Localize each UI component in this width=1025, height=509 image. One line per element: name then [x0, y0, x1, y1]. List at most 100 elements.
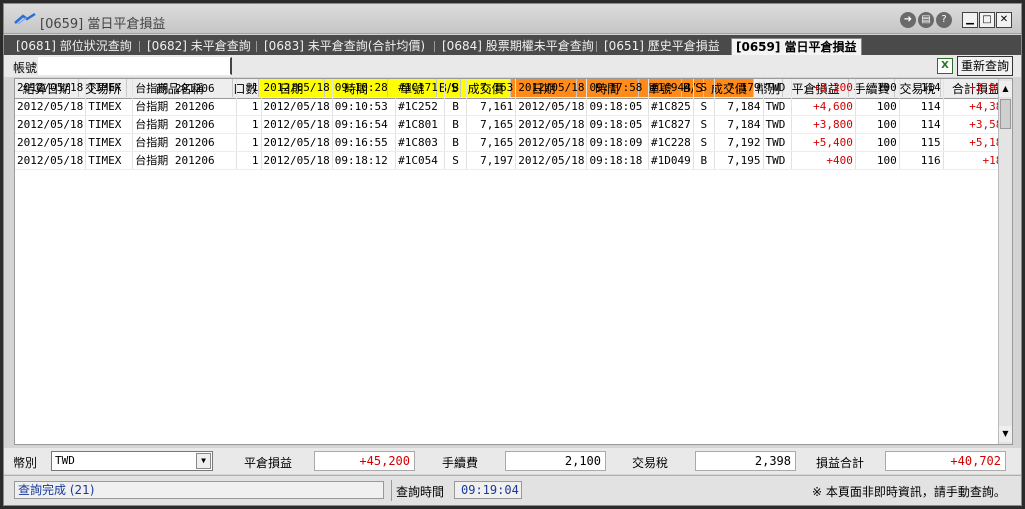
cell-exchange: TIMEX	[85, 79, 134, 98]
table-row[interactable]: 2012/05/18 TIMEX 台指期 201206 1 2012/05/18 09:1…	[15, 79, 1012, 98]
cell-open-time: 09:18:12	[332, 151, 397, 170]
print-icon[interactable]: ▤	[918, 12, 934, 28]
cell-tax: 114	[899, 97, 944, 116]
cell-product: 台指期 201206	[132, 79, 237, 98]
table-row[interactable]: 2012/05/18 TIMEX 台指期 201206 1 2012/05/18 09:1…	[15, 115, 1012, 134]
cell-qty: 1	[236, 97, 262, 116]
cell-open-order: #1C801	[395, 115, 445, 134]
maximize-button[interactable]: □	[979, 12, 995, 28]
cell-close-time: 09:18:05	[586, 115, 650, 134]
cell-open-bs: B	[444, 79, 468, 98]
cell-close-price: 7,179	[714, 79, 764, 98]
tab-divider	[596, 41, 597, 52]
close-pl-label: 平倉損益	[244, 456, 293, 470]
cell-open-date: 2012/05/18	[261, 115, 333, 134]
cell-close-price: 7,192	[714, 133, 764, 152]
cell-settle-date: 2012/05/18	[15, 151, 87, 170]
status-bar: 查詢完成 (21) 查詢時間 09:19:04 ※ 本頁面非即時資訊，請手動查詢…	[4, 475, 1021, 505]
cell-close-pl: +4,600	[791, 97, 856, 116]
scroll-up-icon[interactable]: ▲	[999, 81, 1012, 97]
tab-0684[interactable]: [0684] 股票期權未平倉查詢	[438, 38, 598, 55]
tab-divider	[434, 41, 435, 52]
cell-product: 台指期 201206	[132, 151, 237, 170]
cell-tax: 115	[899, 133, 944, 152]
cell-close-pl: +5,400	[791, 133, 856, 152]
cell-open-time: 09:10:53	[332, 97, 397, 116]
cell-product: 台指期 201206	[132, 115, 237, 134]
table-row[interactable]: 2012/05/18 TIMEX 台指期 201206 1 2012/05/18 09:1…	[15, 97, 1012, 116]
tab-bar: [0681] 部位狀況查詢 [0682] 未平倉查詢 [0683] 未平倉查詢(…	[4, 35, 1021, 55]
cell-open-date: 2012/05/18	[261, 151, 333, 170]
cell-close-order: #1C228	[648, 133, 694, 152]
cell-exchange: TIMEX	[85, 133, 134, 152]
grid-scrollbar[interactable]: ▲ ▼	[998, 79, 1012, 444]
tab-0659[interactable]: [0659] 當日平倉損益	[731, 38, 862, 55]
cell-tax: 114	[899, 115, 944, 134]
pl-grid: 結算日期 交易所 商品名稱 口數 日期 時間 單號 B/S 成交價 日期 時間 …	[14, 78, 1013, 445]
cell-close-time: 09:17:58	[586, 79, 650, 98]
cell-open-order: #1C171	[395, 79, 445, 98]
cell-open-price: 7,197	[466, 151, 517, 170]
cell-tax: 114	[899, 79, 944, 98]
close-button[interactable]: ✕	[996, 12, 1012, 28]
tab-0682[interactable]: [0682] 未平倉查詢	[143, 38, 255, 55]
close-pl-value: +45,200	[314, 451, 415, 471]
scroll-down-icon[interactable]: ▼	[999, 426, 1012, 442]
cell-close-bs: S	[693, 115, 715, 134]
requery-button[interactable]: 重新查詢	[957, 56, 1013, 76]
chevron-down-icon[interactable]: ▼	[196, 453, 211, 469]
cell-close-order: #1D049	[648, 151, 694, 170]
cell-close-order: #1C825	[648, 97, 694, 116]
cell-settle-date: 2012/05/18	[15, 97, 87, 116]
cell-product: 台指期 201206	[132, 97, 237, 116]
tab-0681[interactable]: [0681] 部位狀況查詢	[12, 38, 136, 55]
cell-close-bs: B	[693, 151, 715, 170]
cell-close-price: 7,184	[714, 97, 764, 116]
toolbar: 帳號 X 重新查詢	[4, 55, 1021, 77]
cell-exchange: TIMEX	[85, 115, 134, 134]
tab-0651[interactable]: [0651] 歷史平倉損益	[600, 38, 724, 55]
tab-0683[interactable]: [0683] 未平倉查詢(合計均價)	[260, 38, 429, 55]
cell-fee: 100	[855, 115, 900, 134]
fee-value: 2,100	[505, 451, 606, 471]
cell-exchange: TIMEX	[85, 151, 134, 170]
total-pl-value: +40,702	[885, 451, 1006, 471]
excel-export-icon[interactable]: X	[937, 58, 953, 74]
cell-tax: 116	[899, 151, 944, 170]
scroll-thumb[interactable]	[1000, 99, 1011, 129]
cell-close-date: 2012/05/18	[515, 97, 588, 116]
cell-settle-date: 2012/05/18	[15, 133, 87, 152]
account-input[interactable]	[38, 57, 232, 75]
cell-close-date: 2012/05/18	[515, 115, 588, 134]
cell-open-order: #1C252	[395, 97, 445, 116]
table-row[interactable]: 2012/05/18 TIMEX 台指期 201206 1 2012/05/18 09:1…	[15, 133, 1012, 152]
cell-close-price: 7,195	[714, 151, 764, 170]
manual-refresh-note: ※ 本頁面非即時資訊，請手動查詢。	[812, 485, 1006, 499]
status-divider	[391, 480, 392, 501]
cell-settle-date: 2012/05/18	[15, 115, 87, 134]
query-time-value: 09:19:04	[454, 481, 522, 499]
cell-close-bs: S	[693, 79, 715, 98]
cell-close-bs: S	[693, 133, 715, 152]
forward-icon[interactable]: ➜	[900, 12, 916, 28]
cell-fee: 100	[855, 79, 900, 98]
currency-label: 幣別	[13, 456, 38, 470]
grid-body: 2012/05/18 TIMEX 台指期 201206 1 2012/05/18 09:1…	[15, 79, 1012, 170]
title-bar: [0659] 當日平倉損益 ➜ ▤ ? ▁ □ ✕	[4, 4, 1021, 34]
cell-open-date: 2012/05/18	[261, 79, 333, 98]
cell-product: 台指期 201206	[132, 133, 237, 152]
cell-close-date: 2012/05/18	[515, 151, 588, 170]
cell-close-pl: +3,800	[791, 115, 856, 134]
cell-open-bs: S	[444, 151, 468, 170]
cell-close-date: 2012/05/18	[515, 133, 588, 152]
cell-open-bs: B	[444, 97, 468, 116]
help-icon[interactable]: ?	[936, 12, 952, 28]
currency-select[interactable]: TWD ▼	[51, 451, 213, 471]
minimize-button[interactable]: ▁	[962, 12, 978, 28]
cell-close-order: #1C827	[648, 115, 694, 134]
table-row[interactable]: 2012/05/18 TIMEX 台指期 201206 1 2012/05/18 09:1…	[15, 151, 1012, 170]
total-pl-label: 損益合計	[816, 456, 865, 470]
account-label: 帳號	[13, 61, 38, 75]
cell-qty: 1	[236, 79, 262, 98]
cell-open-price: 7,161	[466, 97, 517, 116]
